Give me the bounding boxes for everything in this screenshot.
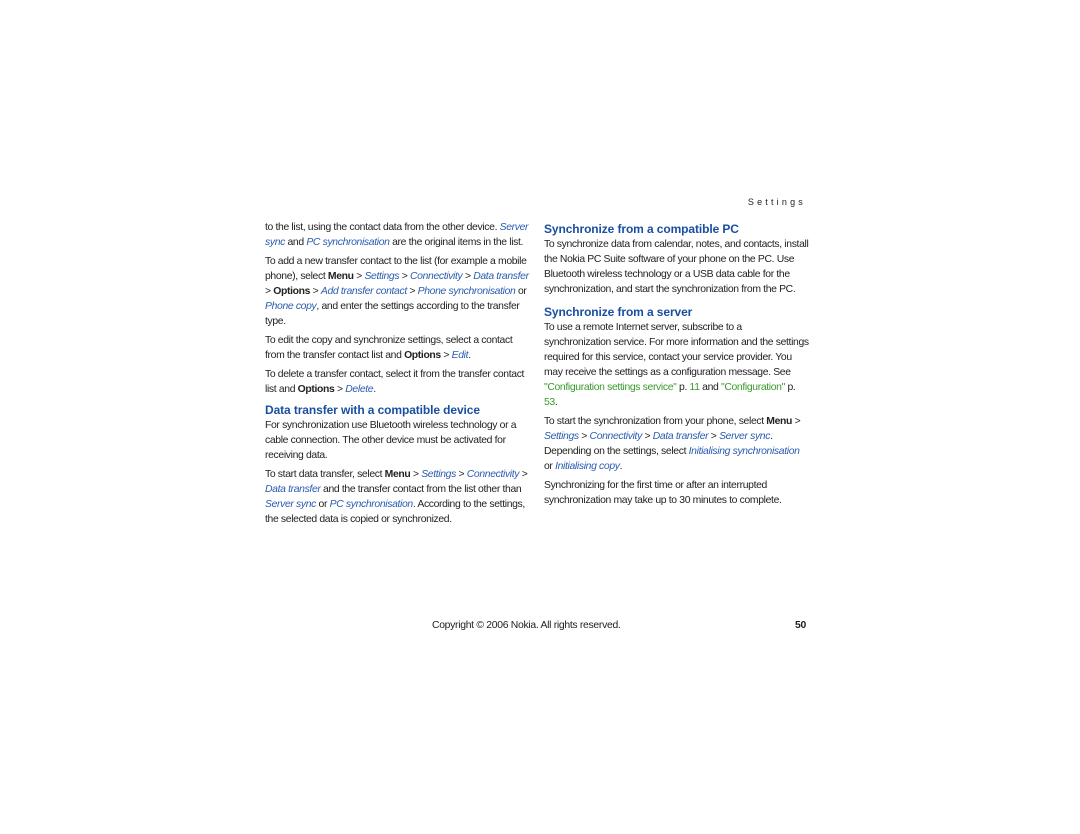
menu-item-data-transfer: Data transfer — [473, 271, 529, 282]
menu-label: Menu — [384, 469, 411, 480]
menu-item-add-transfer-contact: Add transfer contact — [320, 286, 407, 297]
separator: > — [406, 286, 418, 297]
section-heading: Synchronize from a compatible PC — [544, 222, 739, 236]
text: To start the synchronization from your p… — [544, 416, 767, 427]
manual-page: Settings to the list, using the contact … — [0, 0, 1080, 834]
menu-item-connectivity: Connectivity — [410, 271, 463, 282]
paragraph: to the list, using the contact data from… — [265, 220, 531, 250]
paragraph: To delete a transfer contact, select it … — [265, 367, 531, 397]
paragraph: To start data transfer, select Menu > Se… — [265, 467, 531, 527]
page-reference-link[interactable]: 53 — [544, 397, 555, 408]
menu-item-data-transfer: Data transfer — [265, 484, 321, 495]
separator: > — [334, 384, 346, 395]
menu-item-connectivity: Connectivity — [589, 431, 643, 442]
text: . — [373, 384, 376, 395]
menu-item-data-transfer: Data transfer — [652, 431, 709, 442]
text: or — [544, 461, 556, 472]
text: . — [468, 350, 471, 361]
menu-item-connectivity: Connectivity — [466, 469, 520, 480]
text: To start data transfer, select — [265, 469, 385, 480]
copyright-notice: Copyright © 2006 Nokia. All rights reser… — [432, 620, 621, 631]
menu-item-pc-synchronisation: PC synchronisation — [329, 499, 414, 510]
separator: > — [353, 271, 365, 282]
paragraph: To add a new transfer contact to the lis… — [265, 254, 531, 329]
menu-item-server-sync: Server sync — [719, 431, 771, 442]
text: or — [515, 286, 527, 297]
text: and — [284, 237, 307, 248]
cross-reference-link[interactable]: "Configuration" — [721, 382, 785, 393]
separator: > — [310, 286, 321, 297]
menu-item-initialising-synchronisation: Initialising synchronisation — [688, 446, 800, 457]
separator: > — [792, 416, 801, 427]
options-label: Options — [404, 350, 441, 361]
cross-reference-link[interactable]: "Configuration settings service" — [544, 382, 677, 393]
text: . — [554, 397, 558, 408]
text: and the transfer contact from the list o… — [320, 484, 522, 495]
separator: > — [708, 431, 720, 442]
paragraph: For synchronization use Bluetooth wirele… — [265, 420, 517, 461]
separator: > — [410, 469, 422, 480]
page-reference-link[interactable]: 11 — [690, 382, 700, 393]
menu-item-phone-copy: Phone copy — [265, 301, 317, 312]
menu-item-settings: Settings — [421, 469, 456, 480]
left-column: to the list, using the contact data from… — [265, 220, 531, 531]
separator: > — [462, 271, 474, 282]
text: to the list, using the contact data from… — [265, 222, 498, 233]
separator: > — [440, 350, 452, 361]
paragraph: Synchronizing for the first time or afte… — [544, 480, 782, 506]
menu-item-edit: Edit — [451, 350, 469, 361]
menu-item-delete: Delete — [345, 384, 374, 395]
text: or — [316, 499, 330, 510]
menu-item-initialising-copy: Initialising copy — [555, 461, 620, 472]
page-number: 50 — [795, 620, 806, 631]
menu-label: Menu — [766, 416, 793, 427]
options-label: Options — [297, 384, 335, 395]
paragraph: To use a remote Internet server, subscri… — [544, 320, 810, 410]
right-column: Synchronize from a compatible PC To sync… — [544, 220, 810, 512]
menu-item-settings: Settings — [364, 271, 400, 282]
menu-item-server-sync: Server sync — [265, 499, 317, 510]
paragraph: To start the synchronization from your p… — [544, 414, 810, 474]
separator: > — [455, 469, 467, 480]
menu-item-phone-synchronisation: Phone synchronisation — [417, 286, 516, 297]
section-heading: Synchronize from a server — [544, 305, 693, 319]
text: . — [619, 461, 623, 472]
options-label: Options — [273, 286, 311, 297]
text: and — [699, 382, 721, 393]
text: are the original items in the list. — [389, 237, 524, 248]
separator: > — [519, 469, 528, 480]
menu-item-settings: Settings — [544, 431, 579, 442]
separator: > — [399, 271, 410, 282]
section-heading: Data transfer with a compatible device — [265, 403, 480, 417]
menu-label: Menu — [327, 271, 354, 282]
text: p. — [784, 382, 796, 393]
paragraph: To synchronize data from calendar, notes… — [544, 239, 809, 295]
section-header: Settings — [747, 197, 806, 207]
text: To edit the copy and synchronize setting… — [265, 335, 513, 361]
separator: > — [578, 431, 590, 442]
separator: > — [641, 431, 653, 442]
text: p. — [676, 382, 690, 393]
paragraph: To edit the copy and synchronize setting… — [265, 333, 531, 363]
menu-item-pc-synchronisation: PC synchronisation — [306, 237, 390, 248]
text: To use a remote Internet server, subscri… — [544, 322, 809, 378]
